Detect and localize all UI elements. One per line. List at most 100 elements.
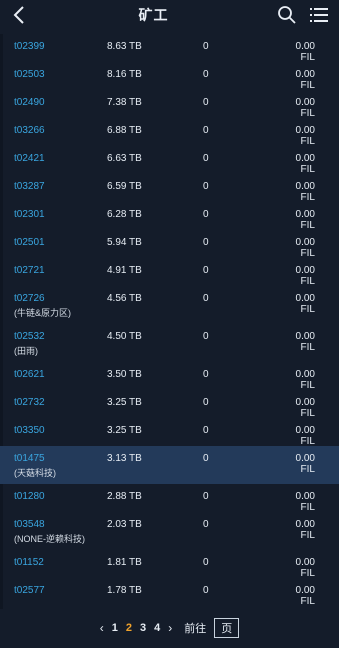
table-row[interactable]: t02732 3.25 TB 0 0.00 FIL <box>0 390 339 419</box>
miner-cell: t02721 <box>0 265 107 276</box>
miner-id-link[interactable]: t02503 <box>14 69 107 80</box>
miner-cell: t03287 <box>0 181 107 192</box>
miner-cell: t02577 <box>0 585 107 596</box>
power-cell: 6.88 TB <box>107 125 142 136</box>
reward-cell: 0.00 FIL <box>295 557 315 579</box>
table-row[interactable]: t01475 (天菇科技) 3.13 TB 0 0.00 FIL <box>0 446 339 484</box>
next-page-button[interactable]: › <box>168 621 172 635</box>
table-row[interactable]: t02621 3.50 TB 0 0.00 FIL <box>0 362 339 391</box>
reward-cell: 0.00 FIL <box>295 369 315 391</box>
table-row[interactable]: t02501 5.94 TB 0 0.00 FIL <box>0 230 339 259</box>
page-title: 矿工 <box>138 7 169 23</box>
table-row[interactable]: t02490 7.38 TB 0 0.00 FIL <box>0 90 339 119</box>
table-row[interactable]: t02301 6.28 TB 0 0.00 FIL <box>0 202 339 231</box>
power-cell: 3.13 TB <box>107 453 142 464</box>
miner-id-link[interactable]: t03266 <box>14 125 107 136</box>
page-2-button[interactable]: 2 <box>126 622 132 634</box>
miner-id-link[interactable]: t02399 <box>14 41 107 52</box>
reward-cell: 0.00 FIL <box>295 397 315 419</box>
miner-cell: t03266 <box>0 125 107 136</box>
count-cell: 0 <box>203 425 209 436</box>
count-cell: 0 <box>203 397 209 408</box>
table-row[interactable]: t02503 8.16 TB 0 0.00 FIL <box>0 62 339 91</box>
miner-id-link[interactable]: t03548 <box>14 519 107 530</box>
miner-id-link[interactable]: t01280 <box>14 491 107 502</box>
miner-id-link[interactable]: t02301 <box>14 209 107 220</box>
reward-cell: 0.00 FIL <box>295 519 315 541</box>
page-4-button[interactable]: 4 <box>154 622 160 634</box>
count-cell: 0 <box>203 557 209 568</box>
power-cell: 4.50 TB <box>107 331 142 342</box>
table-row[interactable]: t02421 6.63 TB 0 0.00 FIL <box>0 146 339 175</box>
miner-cell: t01475 (天菇科技) <box>0 453 107 479</box>
count-cell: 0 <box>203 237 209 248</box>
count-cell: 0 <box>203 41 209 52</box>
table-row[interactable]: t02726 (牛链&原力区) 4.56 TB 0 0.00 FIL <box>0 286 339 324</box>
chevron-left-icon <box>13 6 24 24</box>
table-row[interactable]: t03548 (NONE-逆赖科技) 2.03 TB 0 0.00 FIL <box>0 512 339 550</box>
table-row[interactable]: t03287 6.59 TB 0 0.00 FIL <box>0 174 339 203</box>
power-cell: 8.63 TB <box>107 41 142 52</box>
back-button[interactable] <box>8 3 32 27</box>
table-row[interactable]: t02532 (田雨) 4.50 TB 0 0.00 FIL <box>0 324 339 362</box>
count-cell: 0 <box>203 97 209 108</box>
goto-page-input[interactable]: 页 <box>214 618 240 638</box>
miner-tag: (田雨) <box>14 346 38 356</box>
power-cell: 2.03 TB <box>107 519 142 530</box>
reward-cell: 0.00 FIL <box>295 69 315 91</box>
menu-list-icon <box>310 8 328 22</box>
miner-cell: t02621 <box>0 369 107 380</box>
count-cell: 0 <box>203 153 209 164</box>
power-cell: 6.28 TB <box>107 209 142 220</box>
miner-cell: t03350 <box>0 425 107 436</box>
power-cell: 8.16 TB <box>107 69 142 80</box>
power-cell: 4.56 TB <box>107 293 142 304</box>
miner-cell: t02732 <box>0 397 107 408</box>
menu-button[interactable] <box>307 3 331 27</box>
table-row[interactable]: t02721 4.91 TB 0 0.00 FIL <box>0 258 339 287</box>
power-cell: 1.81 TB <box>107 557 142 568</box>
power-cell: 3.50 TB <box>107 369 142 380</box>
reward-cell: 0.00 FIL <box>295 153 315 175</box>
table-row[interactable]: t03350 3.25 TB 0 0.00 FIL <box>0 418 339 447</box>
miner-cell: t02421 <box>0 153 107 164</box>
miner-cell: t02501 <box>0 237 107 248</box>
table-row[interactable]: t03266 6.88 TB 0 0.00 FIL <box>0 118 339 147</box>
prev-page-button[interactable]: ‹ <box>100 621 104 635</box>
page-1-button[interactable]: 1 <box>112 622 118 634</box>
table-row[interactable]: t01152 1.81 TB 0 0.00 FIL <box>0 550 339 579</box>
miner-id-link[interactable]: t02501 <box>14 237 107 248</box>
table-row[interactable]: t02399 8.63 TB 0 0.00 FIL <box>0 34 339 63</box>
miner-id-link[interactable]: t02732 <box>14 397 107 408</box>
reward-cell: 0.00 FIL <box>295 265 315 287</box>
miner-id-link[interactable]: t01475 <box>14 453 107 464</box>
top-bar: 矿工 <box>0 0 339 30</box>
page-3-button[interactable]: 3 <box>140 622 146 634</box>
power-cell: 5.94 TB <box>107 237 142 248</box>
table-row[interactable]: t02577 1.78 TB 0 0.00 FIL <box>0 578 339 607</box>
miner-id-link[interactable]: t03287 <box>14 181 107 192</box>
miner-cell: t02503 <box>0 69 107 80</box>
count-cell: 0 <box>203 585 209 596</box>
pagination: ‹ 1 2 3 4 › 前往 页 <box>0 615 339 641</box>
goto-label: 前往 <box>184 623 207 635</box>
table-row[interactable]: t01280 2.88 TB 0 0.00 FIL <box>0 484 339 513</box>
miner-id-link[interactable]: t01152 <box>14 557 107 568</box>
miner-id-link[interactable]: t02721 <box>14 265 107 276</box>
power-cell: 1.78 TB <box>107 585 142 596</box>
miner-id-link[interactable]: t02577 <box>14 585 107 596</box>
miner-id-link[interactable]: t02532 <box>14 331 107 342</box>
search-icon <box>278 6 296 24</box>
reward-cell: 0.00 FIL <box>295 181 315 203</box>
miner-id-link[interactable]: t02621 <box>14 369 107 380</box>
miner-id-link[interactable]: t02421 <box>14 153 107 164</box>
reward-cell: 0.00 FIL <box>295 237 315 259</box>
count-cell: 0 <box>203 181 209 192</box>
miner-id-link[interactable]: t02726 <box>14 293 107 304</box>
count-cell: 0 <box>203 209 209 220</box>
search-button[interactable] <box>275 3 299 27</box>
count-cell: 0 <box>203 369 209 380</box>
miner-id-link[interactable]: t03350 <box>14 425 107 436</box>
reward-cell: 0.00 FIL <box>295 425 315 447</box>
miner-id-link[interactable]: t02490 <box>14 97 107 108</box>
